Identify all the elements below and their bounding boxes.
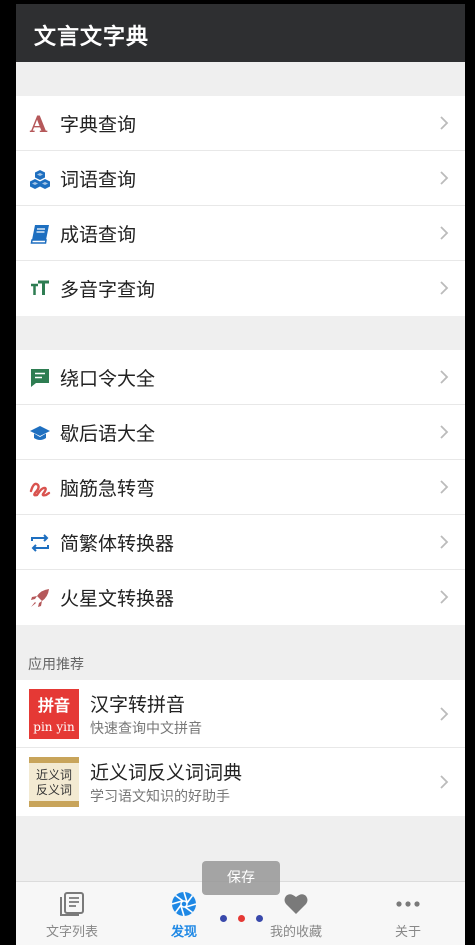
- rocket-icon: [31, 589, 49, 607]
- chevron-right-icon: [440, 226, 449, 240]
- svg-text:拼音: 拼音: [38, 696, 70, 715]
- synonyms-app-icon: 近义词 反义词: [29, 757, 79, 807]
- app-description: 快速查询中文拼音: [90, 721, 202, 737]
- app-item-synonyms[interactable]: 近义词 反义词 近义词反义词词典 学习语文知识的好助手: [16, 748, 465, 816]
- tab-label: 发现: [170, 925, 197, 940]
- menu-item-brain-teasers[interactable]: 脑筋急转弯: [16, 460, 465, 515]
- save-toast: 保存: [202, 861, 280, 895]
- tab-text-list[interactable]: 文字列表: [16, 882, 128, 945]
- squiggle-icon: [29, 482, 51, 497]
- menu-item-tongue-twisters[interactable]: 绕口令大全: [16, 350, 465, 405]
- pinyin-app-icon: 拼音 pin yin: [29, 689, 79, 739]
- svg-text:反义词: 反义词: [36, 783, 72, 797]
- menu-item-dictionary[interactable]: A 字典查询: [16, 96, 465, 151]
- swap-icon: [31, 534, 49, 552]
- menu-item-label: 多音字查询: [60, 279, 156, 301]
- heart-icon: [284, 894, 308, 914]
- text-height-icon: [31, 280, 49, 295]
- svg-text:近义词: 近义词: [36, 768, 72, 782]
- svg-text:A: A: [29, 113, 48, 135]
- app-bar: 文言文字典: [16, 4, 465, 62]
- menu-item-label: 简繁体转换器: [60, 533, 175, 555]
- menu-item-words[interactable]: 词语查询: [16, 151, 465, 206]
- menu-item-idioms[interactable]: 成语查询: [16, 206, 465, 261]
- app-name: 汉字转拼音: [90, 694, 186, 716]
- tab-label: 我的收藏: [269, 925, 322, 940]
- font-a-icon: A: [29, 113, 48, 135]
- menu-item-simp-trad-converter[interactable]: 简繁体转换器: [16, 515, 465, 570]
- graduation-cap-icon: [30, 426, 50, 440]
- chevron-right-icon: [440, 775, 449, 789]
- menu-item-label: 成语查询: [60, 224, 137, 246]
- indicator-dot: [256, 915, 263, 922]
- app-screen: 文言文字典 A 字典查询 词语查询 成语查询 多音字查询 绕口令大全 歇后语大全…: [16, 4, 465, 945]
- menu-item-label: 火星文转换器: [60, 588, 175, 610]
- app-description: 学习语文知识的好助手: [90, 789, 230, 805]
- menu-group-fun: 绕口令大全 歇后语大全 脑筋急转弯 简繁体转换器 火星文转换器: [16, 350, 465, 625]
- chevron-right-icon: [440, 281, 449, 295]
- chevron-right-icon: [440, 535, 449, 549]
- menu-item-label: 脑筋急转弯: [60, 478, 156, 500]
- comment-icon: [31, 369, 49, 387]
- tab-label: 文字列表: [45, 925, 98, 940]
- menu-item-label: 绕口令大全: [60, 368, 156, 390]
- chevron-right-icon: [440, 480, 449, 494]
- menu-group-query: A 字典查询 词语查询 成语查询 多音字查询: [16, 96, 465, 316]
- list-icon: [60, 892, 84, 916]
- recommend-section-title: 应用推荐: [28, 657, 84, 673]
- page-indicator-dots: [220, 915, 264, 923]
- indicator-dot: [238, 915, 245, 922]
- chevron-right-icon: [440, 590, 449, 604]
- menu-item-label: 字典查询: [60, 114, 137, 136]
- indicator-dot: [220, 915, 227, 922]
- app-title: 文言文字典: [34, 25, 150, 50]
- tab-about[interactable]: 关于: [352, 882, 464, 945]
- chevron-right-icon: [440, 425, 449, 439]
- chevron-right-icon: [440, 707, 449, 721]
- menu-item-polyphone[interactable]: 多音字查询: [16, 261, 465, 316]
- menu-item-xiehouyu[interactable]: 歇后语大全: [16, 405, 465, 460]
- chevron-right-icon: [440, 370, 449, 384]
- menu-item-martian-converter[interactable]: 火星文转换器: [16, 570, 465, 625]
- app-item-pinyin[interactable]: 拼音 pin yin 汉字转拼音 快速查询中文拼音: [16, 680, 465, 748]
- app-name: 近义词反义词词典: [90, 762, 243, 784]
- chevron-right-icon: [440, 171, 449, 185]
- menu-item-label: 词语查询: [60, 169, 137, 191]
- book-icon: [30, 225, 49, 244]
- svg-text:pin yin: pin yin: [33, 720, 75, 734]
- recommend-apps: 拼音 pin yin 汉字转拼音 快速查询中文拼音 近义词 反义词 近义词反义词…: [16, 680, 465, 816]
- tab-label: 关于: [394, 925, 421, 940]
- aperture-icon: [171, 891, 197, 917]
- more-icon: [396, 901, 420, 907]
- menu-item-label: 歇后语大全: [60, 423, 156, 445]
- cubes-icon: [30, 170, 50, 189]
- chevron-right-icon: [440, 116, 449, 130]
